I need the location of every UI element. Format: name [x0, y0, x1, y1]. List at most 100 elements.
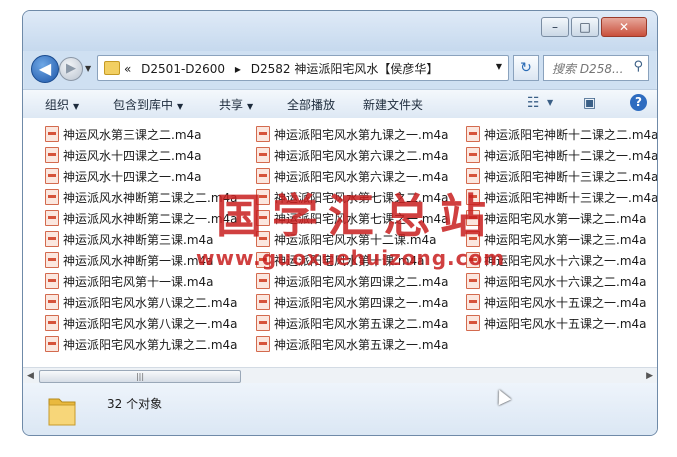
- include-in-library-button[interactable]: 包含到库中 ▼: [113, 96, 183, 113]
- audio-file-icon: [45, 189, 59, 205]
- watermark-text: 国学汇总站: [216, 189, 496, 243]
- audio-file-icon: [45, 273, 59, 289]
- file-name: 神运派风水神断第二课之一.m4a: [63, 212, 238, 226]
- list-item[interactable]: 神运派阳宅风水第八课之一.m4a: [45, 315, 238, 333]
- audio-file-icon: [256, 315, 270, 331]
- details-pane: 32 个对象: [23, 383, 657, 435]
- list-item[interactable]: 神运派阳宅风水第八课之二.m4a: [45, 294, 238, 312]
- file-name: 神运派风水神断第二课之二.m4a: [63, 191, 238, 205]
- list-item[interactable]: 神运派阳宅风水第四课之一.m4a: [256, 294, 449, 312]
- audio-file-icon: [45, 210, 59, 226]
- minimize-button[interactable]: –: [541, 17, 569, 37]
- list-item[interactable]: 神运派阳宅神断十二课之二.m4a: [466, 126, 658, 144]
- list-item[interactable]: 神运派风水神断第二课之二.m4a: [45, 189, 238, 207]
- command-bar: 组织 ▼ 包含到库中 ▼ 共享 ▼ 全部播放 新建文件夹 ☷ ▼ ▣ ?: [23, 89, 657, 119]
- file-name: 神运派阳宅风水第五课之一.m4a: [274, 338, 449, 352]
- horizontal-scrollbar[interactable]: ◀ ||| ▶: [23, 367, 657, 384]
- title-bar: – □ ✕: [23, 11, 657, 51]
- list-item[interactable]: 神运阳宅风水十六课之二.m4a: [466, 273, 647, 291]
- file-name: 神运派阳宅风水第八课之一.m4a: [63, 317, 238, 331]
- list-item[interactable]: 神运风水第三课之二.m4a: [45, 126, 202, 144]
- help-icon[interactable]: ?: [630, 94, 647, 111]
- share-button[interactable]: 共享 ▼: [219, 96, 253, 113]
- audio-file-icon: [45, 147, 59, 163]
- list-item[interactable]: 神运派风水神断第二课之一.m4a: [45, 210, 238, 228]
- search-icon[interactable]: ⚲: [633, 59, 643, 74]
- file-name: 神运派阳宅风水第九课之一.m4a: [274, 128, 449, 142]
- list-item[interactable]: 神运派阳宅风水第五课之二.m4a: [256, 315, 449, 333]
- file-name: 神运阳宅风水十六课之二.m4a: [484, 275, 647, 289]
- refresh-icon[interactable]: ↻: [513, 55, 539, 81]
- list-item[interactable]: 神运派阳宅风水第五课之一.m4a: [256, 336, 449, 354]
- watermark-url: www.guoxuehuizong.com: [196, 246, 506, 270]
- file-name: 神运阳宅风水十五课之一.m4a: [484, 317, 647, 331]
- include-label: 包含到库中: [113, 98, 174, 112]
- audio-file-icon: [466, 294, 480, 310]
- close-button[interactable]: ✕: [601, 17, 647, 37]
- file-name: 神运阳宅风水十五课之一.m4a: [484, 296, 647, 310]
- list-item[interactable]: 神运派阳宅风水第九课之一.m4a: [256, 126, 449, 144]
- breadcrumb-separator[interactable]: ▸: [235, 62, 241, 76]
- file-name: 神运派阳宅风水第四课之二.m4a: [274, 275, 449, 289]
- list-item[interactable]: 神运风水十四课之一.m4a: [45, 168, 202, 186]
- breadcrumb-overflow[interactable]: «: [124, 62, 131, 76]
- file-name: 神运派阳宅风水第八课之二.m4a: [63, 296, 238, 310]
- file-name: 神运派阳宅神断十二课之一.m4a: [484, 149, 658, 163]
- file-name: 神运风水第三课之二.m4a: [63, 128, 202, 142]
- list-item[interactable]: 神运派阳宅神断十二课之一.m4a: [466, 147, 658, 165]
- scrollbar-thumb[interactable]: |||: [39, 370, 241, 383]
- list-item[interactable]: 神运派阳宅风水第四课之二.m4a: [256, 273, 449, 291]
- view-chevron-icon[interactable]: ▼: [547, 98, 553, 107]
- forward-arrow-icon[interactable]: ▶: [59, 57, 83, 81]
- organize-button[interactable]: 组织 ▼: [45, 96, 79, 113]
- list-item[interactable]: 神运派风水神断第三课.m4a: [45, 231, 214, 249]
- scroll-left-icon[interactable]: ◀: [27, 371, 34, 381]
- file-name: 神运派阳宅神断十三课之一.m4a: [484, 191, 658, 205]
- audio-file-icon: [45, 294, 59, 310]
- scroll-right-icon[interactable]: ▶: [646, 371, 653, 381]
- file-name: 神运派阳宅神断十二课之二.m4a: [484, 128, 658, 142]
- file-name: 神运派风水神断第三课.m4a: [63, 233, 214, 247]
- recent-pages-chevron-icon[interactable]: ▼: [85, 64, 91, 73]
- view-options-icon[interactable]: ☷: [527, 95, 540, 111]
- list-item[interactable]: 神运派阳宅风第十一课.m4a: [45, 273, 214, 291]
- audio-file-icon: [45, 336, 59, 352]
- folder-large-icon: [48, 398, 76, 426]
- breadcrumb-item-current[interactable]: D2582 神运派阳宅风水【侯彦华】: [251, 62, 439, 76]
- window-controls: – □ ✕: [541, 17, 647, 37]
- file-name: 神运阳宅风水第一课之二.m4a: [484, 212, 647, 226]
- list-item[interactable]: 神运派阳宅风水第九课之二.m4a: [45, 336, 238, 354]
- new-folder-button[interactable]: 新建文件夹: [363, 96, 423, 113]
- audio-file-icon: [45, 315, 59, 331]
- list-item[interactable]: 神运阳宅风水十五课之一.m4a: [466, 294, 647, 312]
- audio-file-icon: [256, 336, 270, 352]
- audio-file-icon: [45, 126, 59, 142]
- file-name: 神运阳宅风水第一课之三.m4a: [484, 233, 647, 247]
- list-item[interactable]: 神运阳宅风水十五课之一.m4a: [466, 315, 647, 333]
- file-name: 神运阳宅风水十六课之一.m4a: [484, 254, 647, 268]
- maximize-button[interactable]: □: [571, 17, 599, 37]
- chevron-down-icon: ▼: [247, 102, 254, 111]
- audio-file-icon: [466, 315, 480, 331]
- breadcrumb-item[interactable]: D2501-D2600: [141, 62, 225, 76]
- audio-file-icon: [256, 126, 270, 142]
- file-name: 神运派阳宅风水第六课之二.m4a: [274, 149, 449, 163]
- audio-file-icon: [256, 273, 270, 289]
- audio-file-icon: [466, 147, 480, 163]
- list-item[interactable]: 神运派阳宅风水第六课之二.m4a: [256, 147, 449, 165]
- play-all-button[interactable]: 全部播放: [287, 96, 335, 113]
- chevron-down-icon: ▼: [73, 102, 80, 111]
- new-folder-label: 新建文件夹: [363, 98, 424, 112]
- search-box: ⚲: [543, 55, 649, 81]
- file-name: 神运派阳宅风水第四课之一.m4a: [274, 296, 449, 310]
- play-all-label: 全部播放: [287, 98, 336, 112]
- list-item[interactable]: 神运风水十四课之二.m4a: [45, 147, 202, 165]
- list-item[interactable]: 神运派风水神断第一课.m4a: [45, 252, 214, 270]
- folder-icon: [104, 61, 120, 75]
- back-arrow-icon[interactable]: ◀: [31, 55, 59, 83]
- address-dropdown-icon[interactable]: ▼: [496, 62, 502, 71]
- address-bar[interactable]: « D2501-D2600 ▸ D2582 神运派阳宅风水【侯彦华】 ▼: [97, 55, 509, 81]
- preview-pane-icon[interactable]: ▣: [583, 95, 596, 111]
- search-input[interactable]: [550, 58, 630, 80]
- file-name: 神运派阳宅风水第九课之二.m4a: [63, 338, 238, 352]
